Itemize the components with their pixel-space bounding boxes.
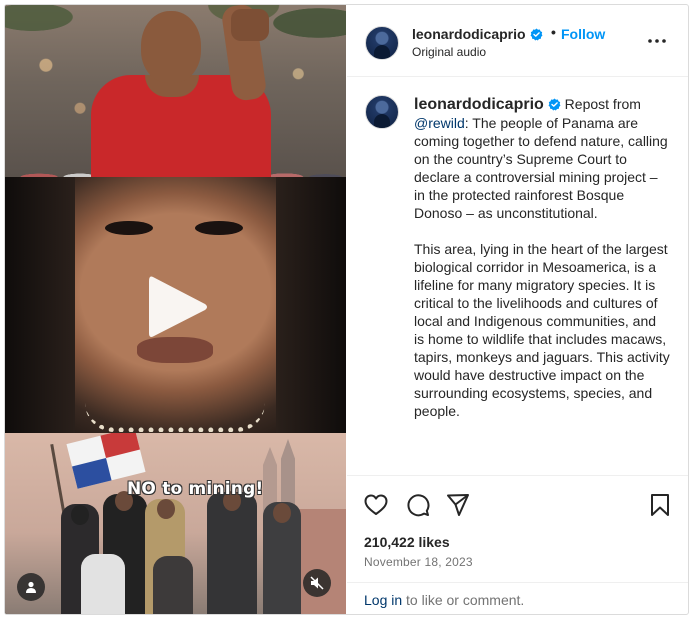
caption-intro: Repost from (560, 96, 645, 112)
more-options-icon[interactable] (647, 37, 667, 45)
post-header: leonardodicaprio • Follow Original audio (347, 5, 688, 77)
comment-icon[interactable] (405, 492, 431, 518)
person-icon (26, 581, 36, 593)
play-icon[interactable] (145, 273, 211, 341)
mention-link[interactable]: @rewild (414, 115, 465, 131)
video-media[interactable]: NO to mining! (5, 5, 346, 614)
follow-button[interactable]: Follow (561, 26, 605, 42)
avatar[interactable] (365, 95, 399, 129)
login-prompt: Log in to like or comment. (347, 582, 688, 614)
mute-toggle-button[interactable] (303, 569, 331, 597)
instagram-post-card: NO to mining! leonardodicaprio • Follow … (4, 4, 689, 615)
verified-badge-icon (548, 98, 561, 111)
heart-icon[interactable] (363, 492, 389, 518)
login-prompt-text: to like or comment. (402, 592, 525, 608)
paper-plane-icon[interactable] (445, 492, 471, 518)
tagged-users-button[interactable] (17, 573, 45, 601)
avatar[interactable] (365, 26, 399, 60)
video-panel-man-raising-fist (5, 5, 346, 177)
audio-label[interactable]: Original audio (412, 45, 486, 59)
speaker-muted-icon (310, 576, 324, 590)
post-date[interactable]: November 18, 2023 (364, 555, 473, 569)
caption-text: leonardodicaprio Repost from @rewild: Th… (414, 95, 670, 420)
post-actions: 210,422 likes November 18, 2023 Log in t… (347, 475, 688, 614)
caption-section: leonardodicaprio Repost from @rewild: Th… (347, 77, 688, 475)
video-panel-protest-group: NO to mining! (5, 433, 346, 614)
post-side-panel: leonardodicaprio • Follow Original audio… (347, 5, 688, 614)
caption-body: : The people of Panama are coming togeth… (414, 115, 670, 419)
author-username[interactable]: leonardodicaprio (412, 26, 543, 42)
verified-badge-icon (530, 28, 543, 41)
separator-dot: • (551, 24, 556, 40)
caption-username[interactable]: leonardodicaprio (414, 96, 544, 113)
slogan-text: NO to mining! (127, 479, 264, 499)
login-link[interactable]: Log in (364, 592, 402, 608)
bookmark-icon[interactable] (647, 492, 673, 518)
likes-count[interactable]: 210,422 likes (364, 534, 450, 550)
